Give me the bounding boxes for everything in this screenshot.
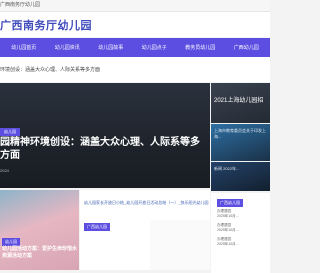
list-item: 2025年10月...: [217, 214, 239, 218]
side-list: 广西幼儿园 办理退园 2025年10月... 办理退园 2025年10月... …: [211, 193, 270, 273]
nav-item-ideas[interactable]: 幼儿园点子: [142, 44, 167, 51]
left-article-card[interactable]: 幼儿园 幼儿园活动方案：爱护生命珍惜水资源活动方案: [0, 190, 79, 270]
middle-article-card[interactable]: 幼儿园家长开放日小结_幼儿园开放日活动总结（一）_快乐阳光幼儿园 广西幼儿园: [80, 190, 210, 270]
hero-meta: 2024: [0, 168, 9, 173]
hero-category-badge[interactable]: 幼儿园: [0, 128, 20, 136]
side-card-text[interactable]: 新闻 2022年...: [214, 166, 269, 172]
side-card-bottom[interactable]: 新闻 2022年...: [211, 162, 270, 191]
site-logo[interactable]: 广西南务厅幼儿园: [0, 17, 92, 33]
left-card-badge[interactable]: 幼儿园: [2, 238, 20, 246]
main-nav: 幼儿园首页 幼儿园资讯 幼儿园故事 幼儿园点子 教务员幼儿园 广西幼儿园: [0, 38, 270, 57]
nav-item-news[interactable]: 幼儿园资讯: [55, 44, 80, 51]
left-card-title[interactable]: 幼儿园活动方案：爱护生命珍惜水资源活动方案: [2, 246, 77, 260]
top-info-bar: 广西南务厅幼儿园: [0, 0, 270, 12]
breadcrumb-bar: 环境创设：涵盖大众心理、人际关系等多方面: [0, 57, 270, 82]
side-card-text[interactable]: 上海市教育委员会关于印发上海...: [214, 128, 269, 140]
breadcrumb: 环境创设：涵盖大众心理、人际关系等多方面: [0, 67, 101, 73]
middle-card-text[interactable]: 幼儿园家长开放日小结_幼儿园开放日活动总结（一）_快乐阳光幼儿园: [84, 200, 209, 206]
nav-item-stories[interactable]: 幼儿园故事: [98, 44, 123, 51]
nav-item-teaching[interactable]: 教务员幼儿园: [185, 44, 215, 51]
side-card-title[interactable]: 2021上海幼儿园招: [214, 95, 263, 104]
side-list-tag[interactable]: 广西幼儿园: [217, 199, 243, 207]
nav-item-home[interactable]: 幼儿园首页: [11, 44, 36, 51]
hero-title[interactable]: 园精神环境创设：涵盖大众心理、人际系等多方面: [0, 136, 208, 162]
side-card-top[interactable]: 2021上海幼儿园招: [211, 83, 270, 123]
middle-card-badge[interactable]: 广西幼儿园: [84, 223, 110, 231]
middle-card-image: [150, 220, 210, 270]
top-info-text: 广西南务厅幼儿园: [0, 2, 41, 8]
list-item: 2025年10月...: [217, 242, 239, 246]
nav-item-guangxi[interactable]: 广西幼儿园: [234, 44, 259, 51]
side-card-middle[interactable]: 上海市教育委员会关于印发上海...: [211, 124, 270, 161]
sidebar: 2021上海幼儿园招 上海市教育委员会关于印发上海... 新闻 2022年...…: [211, 83, 270, 273]
list-item: 2025年10月...: [217, 228, 239, 232]
hero-banner[interactable]: 幼儿园 园精神环境创设：涵盖大众心理、人际系等多方面 2024: [0, 83, 210, 188]
site-header: 广西南务厅幼儿园: [0, 12, 270, 37]
